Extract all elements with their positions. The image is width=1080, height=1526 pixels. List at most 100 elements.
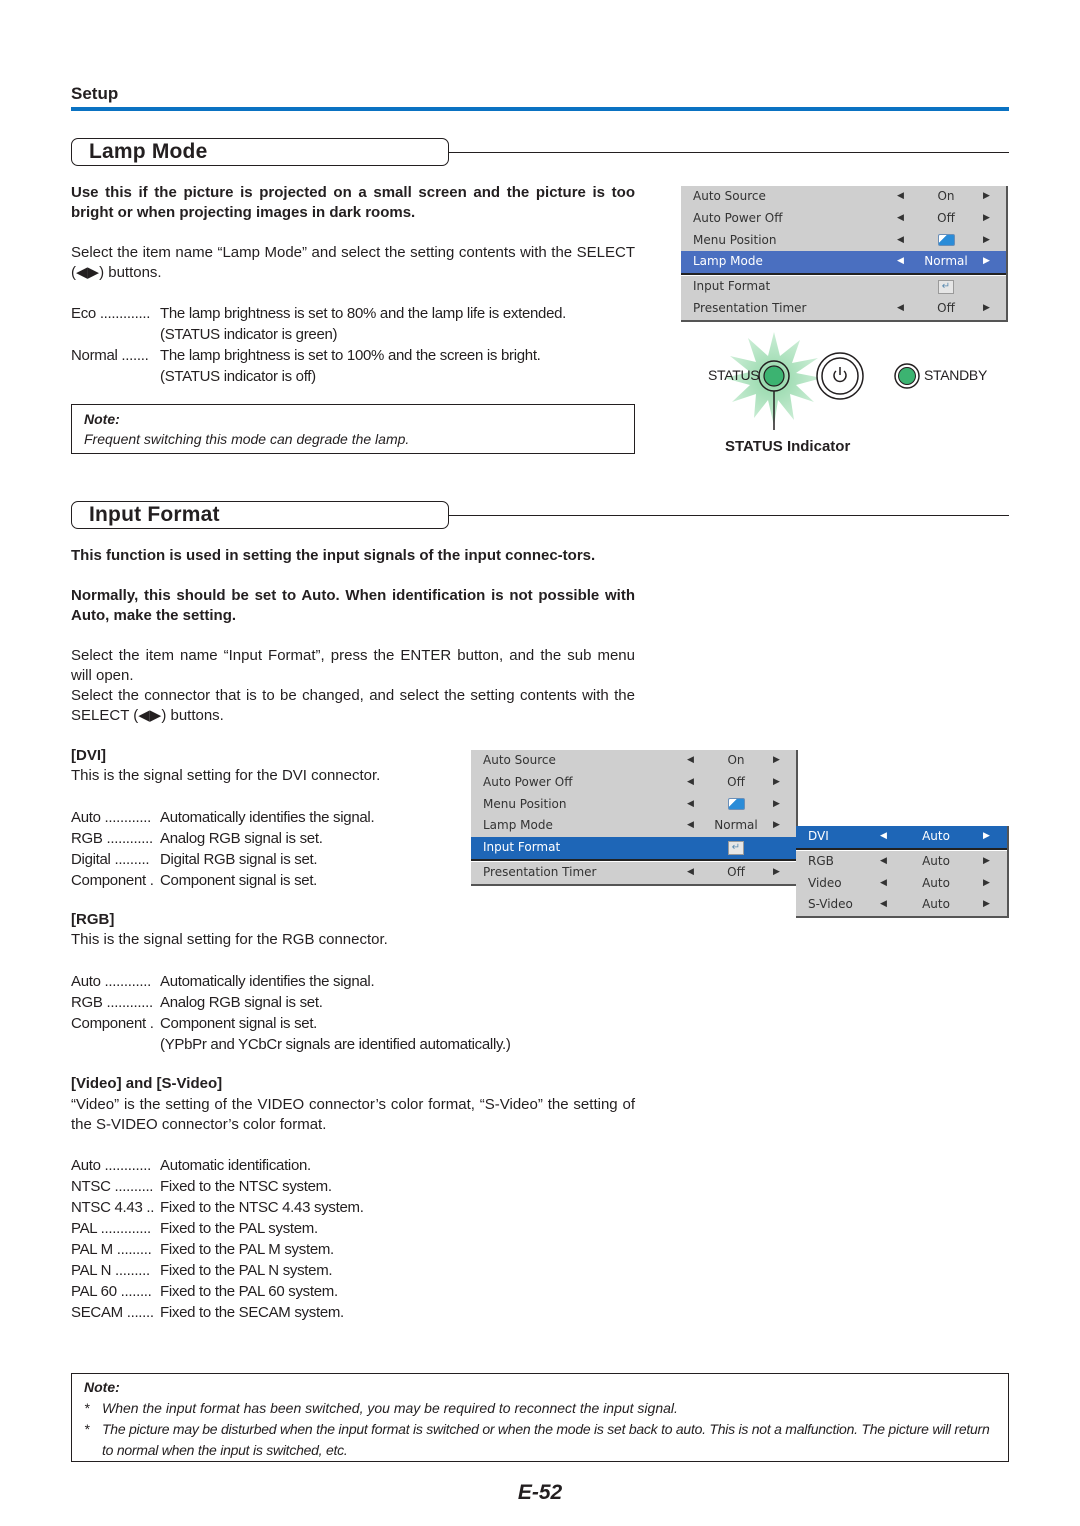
menu-item-value: ↵	[711, 837, 761, 859]
page-number: E-52	[517, 1481, 563, 1504]
arrow-left-icon[interactable]: ◀	[687, 815, 694, 837]
option-term: Normal .......	[71, 347, 149, 364]
status-led	[763, 365, 785, 387]
arrow-left-icon[interactable]: ◀	[897, 251, 904, 273]
video-desc: “Video” is the setting of the VIDEO conn…	[71, 1096, 635, 1133]
menu-item-value	[921, 230, 971, 252]
menu-item-value: Auto	[922, 829, 950, 843]
option-desc-sub: (STATUS indicator is off)	[160, 368, 316, 385]
arrow-left-icon[interactable]: ◀	[897, 186, 904, 208]
dvi-desc: This is the signal setting for the DVI c…	[71, 767, 381, 784]
menu-item-lamp-mode[interactable]: Lamp Mode ◀ Normal ▶	[681, 251, 1006, 276]
option-row: RGB ............ Analog RGB signal is set…	[71, 992, 571, 1013]
menu-item-auto-power-off[interactable]: Auto Power Off ◀ Off ▶	[681, 208, 1006, 230]
note-item: * The picture may be disturbed when the …	[84, 1419, 996, 1461]
menu-item-value: Normal	[924, 254, 968, 269]
menu-item-s-video[interactable]: S-Video ◀ Auto ▶	[796, 894, 1007, 916]
lamp-mode-heading: Lamp Mode	[71, 138, 1009, 168]
arrow-right-icon[interactable]: ▶	[983, 208, 990, 230]
option-row: Component . Component signal is set.	[71, 1013, 571, 1034]
header-rule	[71, 107, 1009, 111]
arrow-right-icon[interactable]: ▶	[773, 794, 780, 816]
menu-position-icon	[727, 798, 745, 811]
arrow-right-icon[interactable]: ▶	[773, 815, 780, 837]
input-format-intro-1: Select the item name “Input Format”, pre…	[71, 647, 635, 684]
osd-menu-lamp-mode: Auto Source ◀ On ▶ Auto Power Off ◀ Off ▶ Menu P…	[681, 186, 1008, 322]
arrow-left-icon[interactable]: ◀	[687, 772, 694, 794]
arrow-right-icon[interactable]: ▶	[983, 894, 990, 916]
option-desc: Fixed to the PAL system.	[160, 1220, 318, 1237]
option-desc: Analog RGB signal is set.	[160, 994, 323, 1011]
input-format-note: Note: * When the input format has been s…	[71, 1373, 1009, 1462]
menu-item-input-format[interactable]: Input Format ↵	[471, 837, 796, 861]
menu-position-icon	[937, 234, 955, 247]
input-format-heading: Input Format	[71, 501, 1009, 531]
menu-item-lamp-mode[interactable]: Lamp Mode ◀ Normal ▶	[471, 815, 796, 837]
option-term: PAL .............	[71, 1220, 151, 1237]
option-term: NTSC ..........	[71, 1178, 154, 1195]
menu-item-presentation-timer[interactable]: Presentation Timer ◀ Off ▶	[471, 860, 796, 884]
menu-item-auto-source[interactable]: Auto Source ◀ On ▶	[681, 186, 1006, 208]
option-term: NTSC 4.43 ..	[71, 1199, 155, 1216]
note-bullet: *	[84, 1400, 90, 1416]
note-item-text: When the input format has been switched,…	[102, 1400, 678, 1416]
menu-item-presentation-timer[interactable]: Presentation Timer ◀ Off ▶	[681, 298, 1006, 320]
option-row: Auto ............ Automatically identifie…	[71, 807, 471, 828]
option-desc-sub: (STATUS indicator is green)	[160, 326, 338, 343]
arrow-right-icon[interactable]: ▶	[983, 186, 990, 208]
menu-item-menu-position[interactable]: Menu Position ◀ ▶	[681, 230, 1006, 252]
menu-item-value: On	[727, 753, 745, 767]
option-desc: Fixed to the SECAM system.	[160, 1304, 344, 1321]
arrow-left-icon[interactable]: ◀	[897, 298, 904, 320]
heading-text: Input Format	[89, 503, 220, 526]
arrow-right-icon[interactable]: ▶	[773, 772, 780, 794]
rgb-heading: [RGB]	[71, 911, 115, 928]
menu-item-menu-position[interactable]: Menu Position ◀ ▶	[471, 794, 796, 816]
arrow-right-icon[interactable]: ▶	[983, 251, 990, 273]
arrow-left-icon[interactable]: ◀	[687, 862, 694, 884]
arrow-right-icon[interactable]: ▶	[983, 230, 990, 252]
standby-label: STANDBY	[924, 367, 987, 383]
arrow-right-icon[interactable]: ▶	[773, 862, 780, 884]
arrow-left-icon[interactable]: ◀	[687, 794, 694, 816]
arrow-right-icon[interactable]: ▶	[983, 873, 990, 895]
menu-item-value: Off	[937, 300, 955, 315]
lamp-mode-intro-bold: Use this if the picture is projected on …	[71, 184, 635, 221]
menu-item-auto-power-off[interactable]: Auto Power Off ◀ Off ▶	[471, 772, 796, 794]
menu-item-label: Input Format	[483, 840, 561, 855]
option-row: PAL N ......... Fixed to the PAL N system…	[71, 1260, 571, 1281]
arrow-left-icon[interactable]: ◀	[880, 894, 887, 916]
menu-item-rgb[interactable]: RGB ◀ Auto ▶	[796, 849, 1007, 873]
option-desc: Fixed to the NTSC 4.43 system.	[160, 1199, 364, 1216]
arrow-left-icon[interactable]: ◀	[880, 851, 887, 873]
menu-item-value: Normal	[714, 818, 758, 833]
arrow-left-icon[interactable]: ◀	[897, 230, 904, 252]
arrow-right-icon[interactable]: ▶	[773, 750, 780, 772]
option-term: SECAM .......	[71, 1304, 154, 1321]
arrow-left-icon[interactable]: ◀	[897, 208, 904, 230]
menu-item-label: DVI	[808, 829, 829, 843]
arrow-left-icon[interactable]: ◀	[880, 873, 887, 895]
option-term: Eco .............	[71, 305, 151, 322]
option-desc: Component signal is set.	[160, 1015, 318, 1032]
menu-item-input-format[interactable]: Input Format ↵	[681, 275, 1006, 298]
section-title: Setup	[71, 84, 119, 103]
note-bullet: *	[84, 1421, 90, 1437]
arrow-right-icon[interactable]: ▶	[983, 298, 990, 320]
option-row: Digital ......... Digital RGB signal is s…	[71, 849, 471, 870]
arrow-left-icon[interactable]: ◀	[687, 750, 694, 772]
note-item-text: The picture may be disturbed when the in…	[102, 1421, 990, 1458]
input-format-intro-bold-2: Normally, this should be set to Auto. Wh…	[71, 587, 635, 624]
option-desc: Automatic identification.	[160, 1157, 311, 1174]
menu-item-label: Video	[808, 875, 842, 890]
status-indicator-caption: STATUS Indicator	[725, 438, 851, 455]
menu-item-auto-source[interactable]: Auto Source ◀ On ▶	[471, 750, 796, 772]
option-row: NTSC .......... Fixed to the NTSC system.	[71, 1176, 571, 1197]
heading-box: Lamp Mode	[71, 138, 449, 166]
heading-rule	[449, 152, 1009, 153]
arrow-left-icon[interactable]: ◀	[880, 826, 887, 848]
arrow-right-icon[interactable]: ▶	[983, 826, 990, 848]
menu-item-video[interactable]: Video ◀ Auto ▶	[796, 873, 1007, 895]
arrow-right-icon[interactable]: ▶	[983, 851, 990, 873]
menu-item-dvi[interactable]: DVI ◀ Auto ▶	[796, 826, 1007, 850]
